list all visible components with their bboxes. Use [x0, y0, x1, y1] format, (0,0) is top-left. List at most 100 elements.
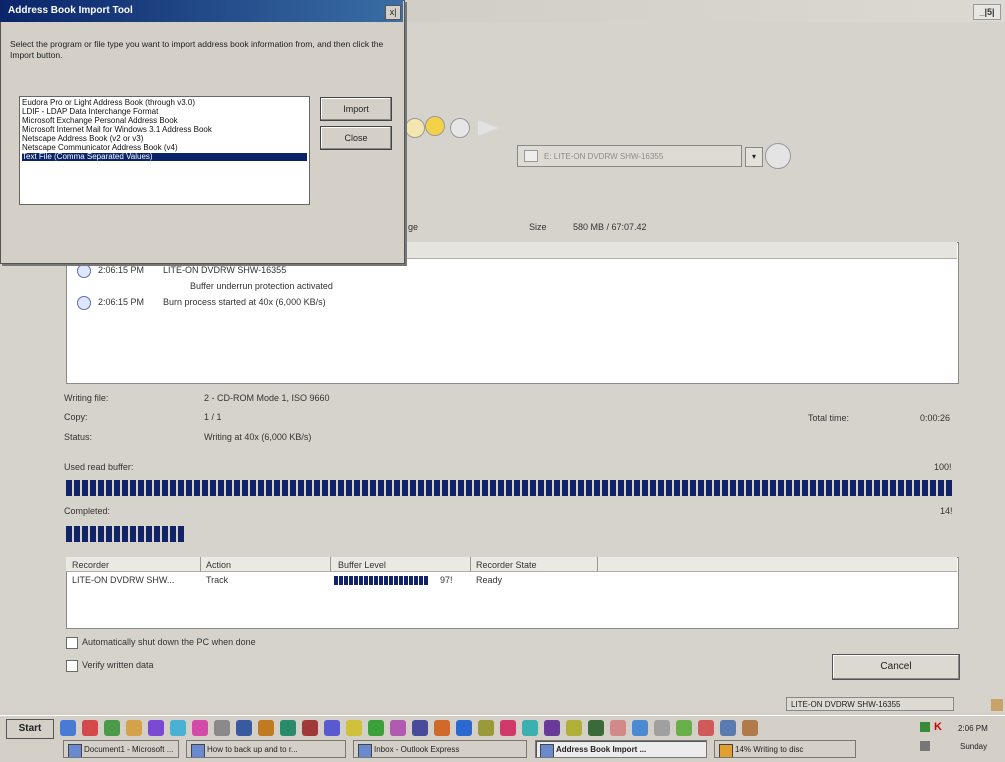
quick-launch-icon[interactable] — [522, 720, 538, 736]
log-message: LITE-ON DVDRW SHW-16355 — [163, 265, 287, 275]
drive-refresh-button[interactable] — [765, 143, 791, 169]
quick-launch-icon[interactable] — [324, 720, 340, 736]
col-header-recorder-state[interactable]: Recorder State — [476, 560, 537, 570]
column-divider[interactable] — [597, 557, 598, 571]
toolbar-folder-icon[interactable] — [405, 118, 425, 138]
progress-segment — [666, 480, 672, 496]
progress-segment — [384, 576, 388, 585]
list-item[interactable]: Netscape Address Book (v2 or v3) — [22, 135, 307, 143]
tray-antivirus-icon[interactable]: K — [934, 721, 942, 733]
cancel-button[interactable]: Cancel — [832, 654, 960, 680]
progress-segment — [506, 480, 512, 496]
progress-segment — [610, 480, 616, 496]
column-divider[interactable] — [330, 557, 331, 571]
progress-segment — [714, 480, 720, 496]
progress-segment — [586, 480, 592, 496]
quick-launch-icon[interactable] — [302, 720, 318, 736]
progress-segment — [364, 576, 368, 585]
progress-segment — [114, 480, 120, 496]
drive-select[interactable]: E: LITE-ON DVDRW SHW-16355 — [517, 145, 742, 167]
list-item[interactable]: Microsoft Exchange Personal Address Book — [22, 117, 307, 125]
progress-segment — [154, 526, 160, 542]
quick-launch-icon[interactable] — [720, 720, 736, 736]
list-item[interactable]: Microsoft Internet Mail for Windows 3.1 … — [22, 126, 307, 134]
quick-launch-icon[interactable] — [742, 720, 758, 736]
quick-launch-icon[interactable] — [588, 720, 604, 736]
progress-segment — [90, 526, 96, 542]
tray-network-icon[interactable] — [920, 722, 930, 732]
progress-segment — [410, 480, 416, 496]
quick-launch-icon[interactable] — [456, 720, 472, 736]
quick-launch-icon[interactable] — [478, 720, 494, 736]
quick-launch-icon[interactable] — [676, 720, 692, 736]
progress-segment — [138, 480, 144, 496]
quick-launch-icon[interactable] — [390, 720, 406, 736]
list-item[interactable]: Netscape Communicator Address Book (v4) — [22, 144, 307, 152]
progress-segment — [354, 480, 360, 496]
quick-launch-icon[interactable] — [412, 720, 428, 736]
quick-launch-icon[interactable] — [654, 720, 670, 736]
quick-launch-icon[interactable] — [148, 720, 164, 736]
quick-launch-icon[interactable] — [368, 720, 384, 736]
buffer-progress-bar — [66, 480, 956, 496]
toolbar-circle-icon[interactable] — [450, 118, 470, 138]
verify-checkbox[interactable] — [66, 660, 78, 672]
chevron-down-icon[interactable]: ▾ — [745, 147, 763, 167]
quick-launch-icon[interactable] — [170, 720, 186, 736]
column-divider[interactable] — [200, 557, 201, 571]
shutdown-checkbox[interactable] — [66, 637, 78, 649]
progress-segment — [458, 480, 464, 496]
start-button[interactable]: Start — [6, 719, 54, 739]
toolbar-disc-icon[interactable] — [425, 116, 445, 136]
quick-launch-icon[interactable] — [192, 720, 208, 736]
progress-segment — [218, 480, 224, 496]
quick-launch-icon[interactable] — [434, 720, 450, 736]
col-header-action[interactable]: Action — [206, 560, 231, 570]
taskbar-item[interactable]: Document1 - Microsoft ... — [63, 740, 179, 758]
buffer-percent: 100! — [934, 462, 952, 472]
quick-launch-icon[interactable] — [214, 720, 230, 736]
quick-launch-icon[interactable] — [544, 720, 560, 736]
drive-icon — [524, 150, 538, 162]
window-control-buttons[interactable]: _|5| — [973, 4, 1001, 20]
progress-segment — [738, 480, 744, 496]
taskbar-item[interactable]: How to back up and to r... — [186, 740, 346, 758]
quick-launch-icon[interactable] — [566, 720, 582, 736]
quick-launch-icon[interactable] — [698, 720, 714, 736]
quick-launch-icon[interactable] — [500, 720, 516, 736]
taskbar-item-active[interactable]: Address Book Import ... — [535, 740, 707, 758]
quick-launch-icon[interactable] — [280, 720, 296, 736]
quick-launch-icon[interactable] — [60, 720, 76, 736]
column-divider[interactable] — [470, 557, 471, 571]
quick-launch-icon[interactable] — [258, 720, 274, 736]
quick-launch-icon[interactable] — [236, 720, 252, 736]
progress-segment — [170, 526, 176, 542]
col-header-buffer-level[interactable]: Buffer Level — [338, 560, 386, 570]
recorder-cell[interactable]: LITE-ON DVDRW SHW... — [72, 575, 174, 585]
quick-launch-icon[interactable] — [104, 720, 120, 736]
toolbar-play-icon[interactable] — [478, 120, 498, 136]
progress-segment — [178, 480, 184, 496]
close-button[interactable]: Close — [320, 126, 392, 150]
quick-launch-icon[interactable] — [346, 720, 362, 736]
shutdown-label: Automatically shut down the PC when done — [82, 637, 256, 647]
list-item[interactable]: Text File (Comma Separated Values) — [22, 153, 307, 161]
clock-time[interactable]: 2:06 PM — [958, 724, 988, 733]
taskbar-item[interactable]: Inbox - Outlook Express — [353, 740, 527, 758]
list-item[interactable]: Eudora Pro or Light Address Book (throug… — [22, 99, 307, 107]
quick-launch-icon[interactable] — [632, 720, 648, 736]
import-button[interactable]: Import — [320, 97, 392, 121]
tray-volume-icon[interactable] — [920, 741, 930, 751]
import-source-list[interactable]: Eudora Pro or Light Address Book (throug… — [19, 96, 310, 205]
quick-launch-icon[interactable] — [610, 720, 626, 736]
progress-segment — [194, 480, 200, 496]
quick-launch-icon[interactable] — [126, 720, 142, 736]
progress-segment — [746, 480, 752, 496]
quick-launch-icon[interactable] — [82, 720, 98, 736]
col-header-recorder[interactable]: Recorder — [72, 560, 109, 570]
list-item[interactable]: LDIF - LDAP Data Interchange Format — [22, 108, 307, 116]
close-icon[interactable]: x| — [385, 5, 401, 20]
progress-segment — [546, 480, 552, 496]
progress-segment — [186, 480, 192, 496]
taskbar-item[interactable]: 14% Writing to disc — [714, 740, 856, 758]
